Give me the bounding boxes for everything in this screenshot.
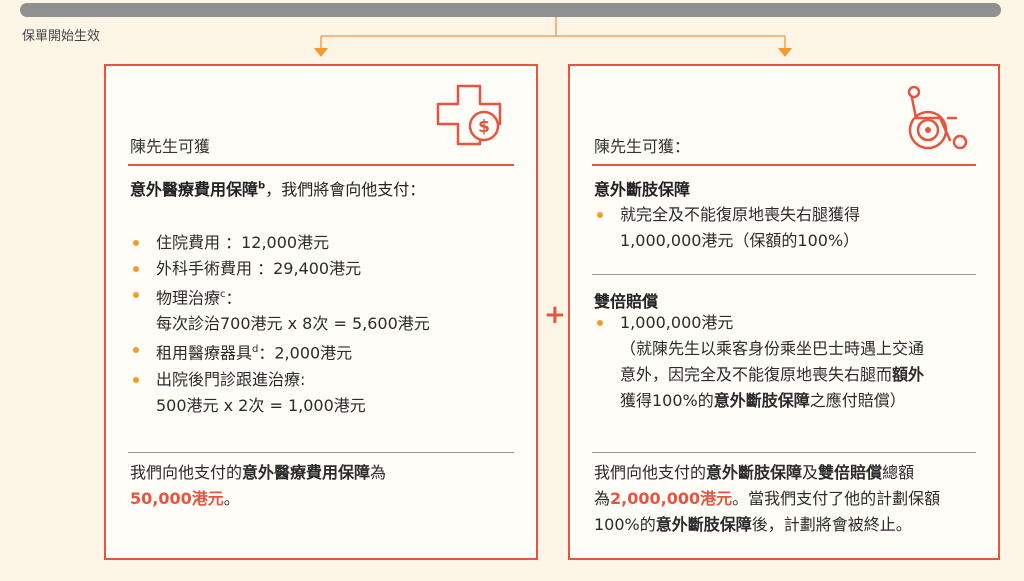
svg-text:$: $: [478, 117, 490, 137]
dismemberment-heading: 意外斷肢保障: [594, 180, 691, 199]
right-title-rule: [592, 164, 976, 166]
medical-cross-dollar-icon: $: [436, 84, 502, 146]
arrow-down-left: [314, 48, 328, 57]
right-summary-rule: [592, 452, 976, 453]
left-box-title: 陳先生可獲: [130, 137, 211, 156]
dismemberment-total-amount: 2,000,000港元: [610, 489, 733, 508]
dismemberment-benefit-box: 陳先生可獲： 意外斷肢保障 就完全及不能復原地喪失右腿獲得 1,000,000港元…: [568, 64, 1000, 560]
list-item: 1,000,000港元 （就陳先生以乘客身份乘坐巴士時遇上交通 意外，因完全及不…: [594, 310, 924, 414]
list-item: 住院費用 ：12,000港元: [130, 230, 430, 256]
left-summary-rule: [128, 452, 514, 453]
right-box-title: 陳先生可獲：: [594, 137, 691, 156]
list-item: 外科手術費用 ：29,400港元: [130, 256, 430, 282]
medical-expense-heading: 意外醫療費用保障b，我們將會向他支付：: [130, 180, 426, 199]
list-item: 租用醫療器具d：2,000港元: [130, 337, 430, 366]
dismemberment-summary: 我們向他支付的意外斷肢保障及雙倍賠償總額 為2,000,000港元。當我們支付了…: [594, 463, 941, 534]
double-indemnity-heading: 雙倍賠償: [594, 292, 659, 311]
double-indemnity-list: 1,000,000港元 （就陳先生以乘客身份乘坐巴士時遇上交通 意外，因完全及不…: [594, 310, 924, 414]
list-item: 就完全及不能復原地喪失右腿獲得 1,000,000港元（保額的100%）: [594, 202, 860, 254]
list-item: 物理治療c： 每次診治700港元 x 8次 = 5,600港元: [130, 282, 430, 337]
list-item: 出院後門診跟進治療: 500港元 x 2次 = 1,000港元: [130, 367, 430, 419]
wheelchair-icon: [907, 85, 968, 150]
arrow-down-right: [778, 48, 792, 57]
medical-total-amount: 50,000港元: [130, 489, 224, 508]
timeline-connector: [314, 17, 792, 57]
plus-sign: +: [544, 300, 566, 330]
medical-benefit-box: $ 陳先生可獲 意外醫療費用保障b，我們將會向他支付： 住院費用 ：12,000…: [104, 64, 538, 560]
medical-expense-list: 住院費用 ：12,000港元 外科手術費用 ：29,400港元 物理治療c： 每次…: [130, 230, 430, 419]
left-title-rule: [128, 164, 514, 166]
medical-summary: 我們向他支付的意外醫療費用保障為 50,000港元。: [130, 463, 387, 508]
dismemberment-list: 就完全及不能復原地喪失右腿獲得 1,000,000港元（保額的100%）: [594, 202, 860, 254]
right-section-rule: [592, 274, 976, 275]
